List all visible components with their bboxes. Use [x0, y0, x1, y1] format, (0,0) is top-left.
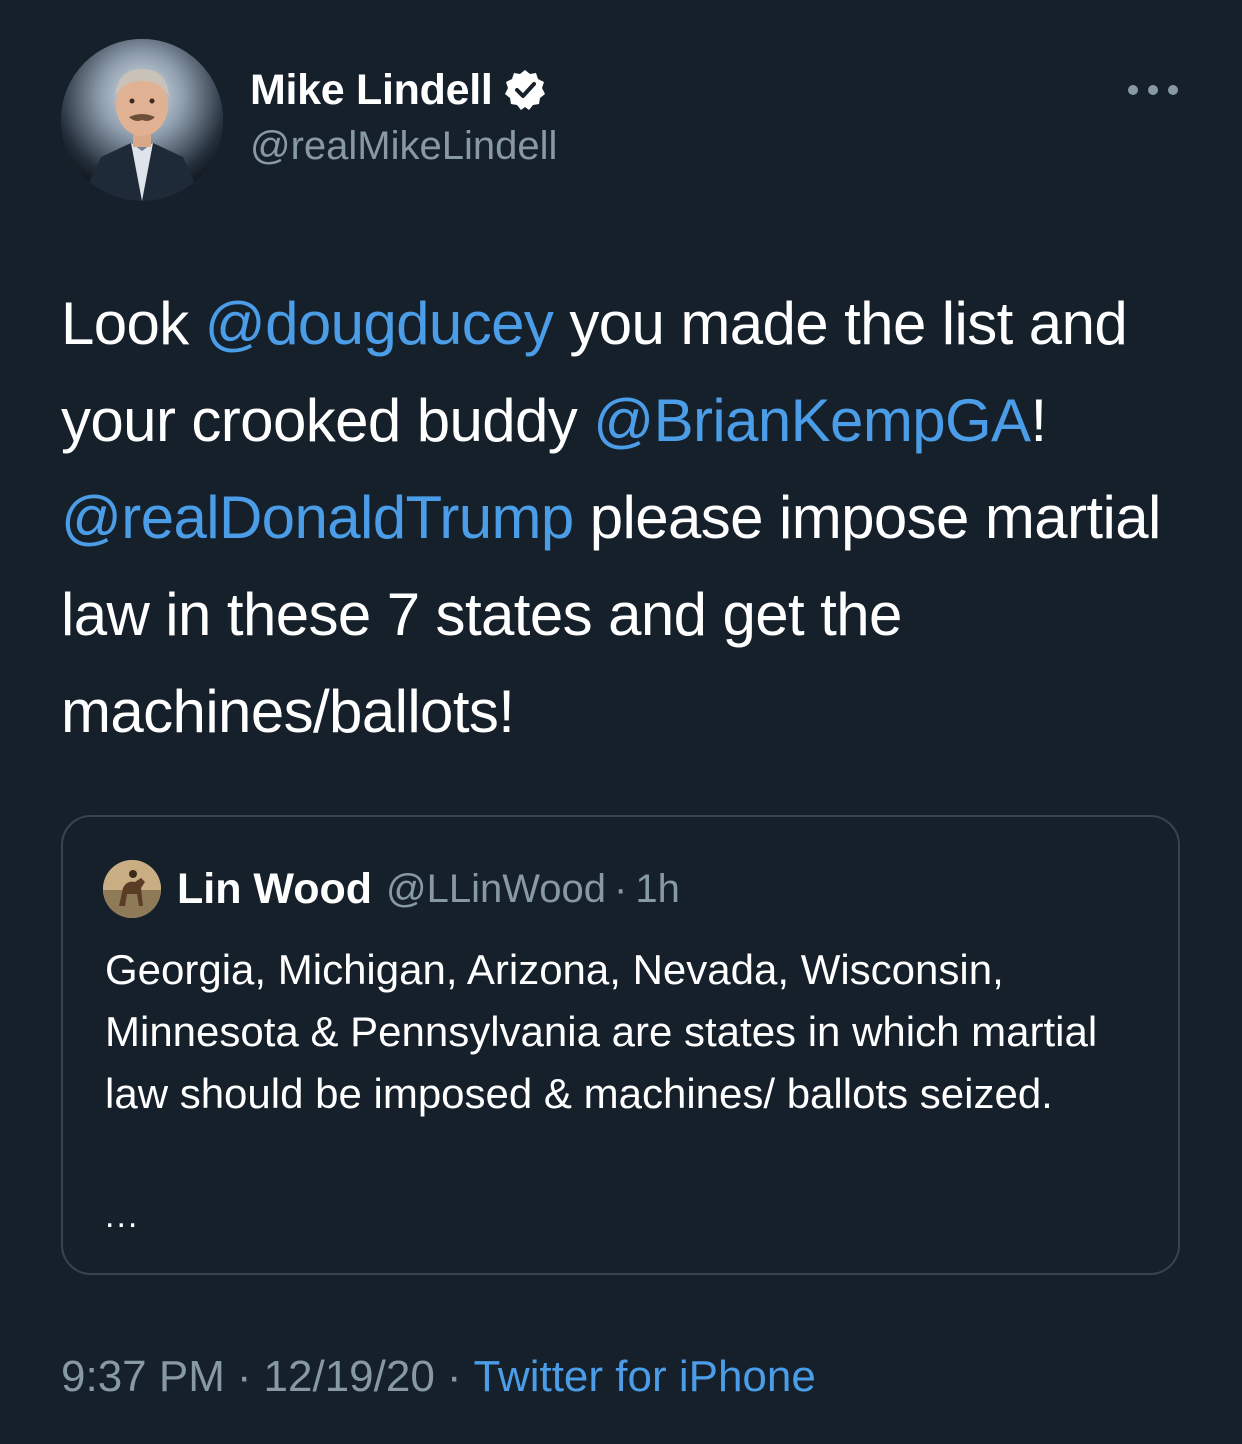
- tweet-text: Look @dougducey you made the list and yo…: [61, 275, 1191, 760]
- quoted-author-avatar: [103, 860, 161, 918]
- tweet-footer: 9:37 PM · 12/19/20 · Twitter for iPhone: [61, 1352, 816, 1402]
- quoted-author-handle: @LLinWood: [386, 866, 607, 911]
- tweet-text-segment: Look: [61, 290, 205, 357]
- tweet-source-link[interactable]: Twitter for iPhone: [473, 1352, 815, 1402]
- dot-icon: [1148, 85, 1158, 95]
- verified-badge-icon: [503, 68, 547, 112]
- tweet-time[interactable]: 9:37 PM: [61, 1352, 225, 1402]
- mention-link[interactable]: @realDonaldTrump: [61, 484, 574, 551]
- tweet-card: Mike Lindell @realMikeLindell Look @doug…: [0, 0, 1242, 1444]
- mention-link[interactable]: @dougducey: [205, 290, 554, 357]
- dot-icon: [1128, 85, 1138, 95]
- quoted-author-name: Lin Wood: [177, 864, 373, 913]
- mention-link[interactable]: @BrianKempGA: [593, 387, 1031, 454]
- author-avatar[interactable]: [61, 39, 223, 201]
- quoted-tweet-more: ...: [105, 1197, 140, 1235]
- separator-dot: ·: [236, 1352, 252, 1401]
- separator-dot: ·: [614, 866, 628, 911]
- quoted-tweet-header: Lin Wood @LLinWood · 1h: [103, 857, 680, 921]
- separator-dot: ·: [446, 1352, 462, 1401]
- author-display-name[interactable]: Mike Lindell: [250, 66, 493, 115]
- author-info: Mike Lindell @realMikeLindell: [250, 62, 557, 169]
- tweet-text-segment: !: [1030, 387, 1047, 454]
- more-options-icon[interactable]: [1128, 72, 1178, 108]
- tweet-date[interactable]: 12/19/20: [264, 1352, 435, 1402]
- quoted-tweet-time: 1h: [635, 866, 680, 911]
- quoted-tweet[interactable]: Lin Wood @LLinWood · 1h Georgia, Michiga…: [61, 815, 1180, 1275]
- quoted-tweet-text: Georgia, Michigan, Arizona, Nevada, Wisc…: [105, 946, 1098, 1117]
- dot-icon: [1168, 85, 1178, 95]
- author-handle[interactable]: @realMikeLindell: [250, 124, 557, 169]
- display-name-row: Mike Lindell: [250, 62, 557, 118]
